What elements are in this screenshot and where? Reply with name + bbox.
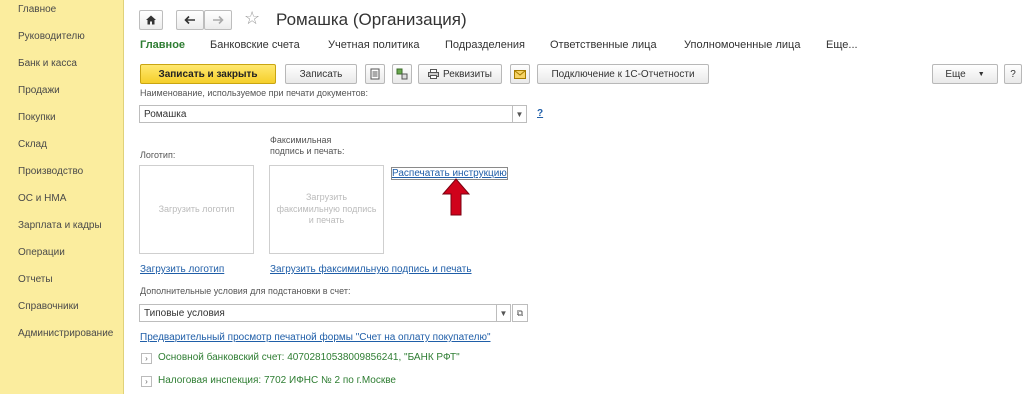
tax-office-group[interactable]: Налоговая инспекция: 7702 ИФНС № 2 по г.…	[158, 375, 396, 386]
sidebar-item-production[interactable]: Производство	[18, 166, 83, 177]
facsimile-upload-area[interactable]: Загрузить факсимильную подпись и печать	[269, 165, 384, 254]
tab-more[interactable]: Еще...	[826, 39, 858, 51]
conditions-field[interactable]: Типовые условия	[139, 304, 497, 322]
requisites-label: Реквизиты	[442, 68, 492, 80]
load-facsimile-link[interactable]: Загрузить факсимильную подпись и печать	[270, 264, 472, 275]
printer-icon	[427, 69, 439, 79]
sidebar-item-reports[interactable]: Отчеты	[18, 274, 53, 285]
conditions-label: Дополнительные условия для подстановки в…	[140, 286, 351, 296]
facsimile-placeholder-line1: Загрузить	[305, 191, 348, 202]
sidebar-item-bank[interactable]: Банк и касса	[18, 58, 77, 69]
tab-authorized-persons[interactable]: Уполномоченные лица	[684, 39, 800, 51]
logo-placeholder: Загрузить логотип	[158, 203, 235, 214]
name-label: Наименование, используемое при печати до…	[140, 88, 368, 98]
name-field[interactable]: Ромашка	[139, 105, 513, 123]
facsimile-label-line2: подпись и печать:	[270, 146, 345, 156]
save-button[interactable]: Записать	[285, 64, 357, 84]
sidebar-item-operations[interactable]: Операции	[18, 247, 65, 258]
envelope-icon	[514, 69, 526, 79]
sidebar-item-assets[interactable]: ОС и НМА	[18, 193, 66, 204]
back-button[interactable]	[176, 10, 204, 30]
chevron-down-icon: ▼	[515, 109, 524, 119]
facsimile-placeholder: Загрузить факсимильную подпись и печать	[277, 192, 377, 227]
structure-button[interactable]	[392, 64, 412, 84]
sidebar-item-director[interactable]: Руководителю	[18, 31, 85, 42]
sidebar: Главное Руководителю Банк и касса Продаж…	[0, 0, 124, 394]
star-icon[interactable]: ☆	[244, 8, 260, 29]
bank-account-group[interactable]: Основной банковский счет: 40702810538009…	[158, 352, 460, 363]
help-button[interactable]: ?	[1004, 64, 1022, 84]
facsimile-placeholder-line3: и печать	[308, 215, 345, 226]
chevron-down-icon: ▼	[977, 70, 985, 78]
load-logo-link[interactable]: Загрузить логотип	[140, 264, 224, 275]
facsimile-label-line1: Факсимильная	[270, 135, 332, 145]
arrow-up-icon	[441, 178, 471, 216]
chevron-right-icon[interactable]: ›	[141, 353, 152, 364]
requisites-button[interactable]: Реквизиты	[418, 64, 502, 84]
sidebar-item-main[interactable]: Главное	[18, 4, 56, 15]
sidebar-item-sales[interactable]: Продажи	[18, 85, 60, 96]
logo-upload-area[interactable]: Загрузить логотип	[139, 165, 254, 254]
arrow-right-icon	[213, 15, 224, 25]
arrow-left-icon	[184, 15, 195, 25]
chevron-right-icon[interactable]: ›	[141, 376, 152, 387]
preview-print-link[interactable]: Предварительный просмотр печатной формы …	[140, 332, 491, 343]
sidebar-item-warehouse[interactable]: Склад	[18, 139, 47, 150]
conditions-dropdown[interactable]: ▼	[497, 304, 511, 322]
name-dropdown[interactable]: ▼	[513, 105, 527, 123]
tab-main[interactable]: Главное	[140, 39, 185, 51]
sidebar-item-administration[interactable]: Администрирование	[18, 328, 113, 339]
structure-icon	[396, 68, 408, 80]
facsimile-placeholder-line2: факсимильную подпись	[276, 203, 377, 214]
forward-button[interactable]	[204, 10, 232, 30]
tab-bank-accounts[interactable]: Банковские счета	[210, 39, 300, 51]
chevron-down-icon: ▼	[499, 308, 508, 318]
document-button[interactable]	[365, 64, 385, 84]
sidebar-item-purchases[interactable]: Покупки	[18, 112, 56, 123]
more-label: Еще	[945, 68, 966, 80]
page-title: Ромашка (Организация)	[276, 10, 467, 29]
connect-reporting-button[interactable]: Подключение к 1С-Отчетности	[537, 64, 709, 84]
home-button[interactable]	[139, 10, 163, 30]
home-icon	[146, 15, 156, 25]
conditions-open-button[interactable]: ⧉	[512, 304, 528, 322]
logo-label: Логотип:	[140, 150, 176, 160]
tab-departments[interactable]: Подразделения	[445, 39, 525, 51]
sidebar-item-payroll[interactable]: Зарплата и кадры	[18, 220, 102, 231]
save-and-close-button[interactable]: Записать и закрыть	[140, 64, 276, 84]
more-button[interactable]: Еще ▼	[932, 64, 998, 84]
mail-button[interactable]	[510, 64, 530, 84]
name-help-link[interactable]: ?	[537, 108, 543, 119]
tab-accounting-policy[interactable]: Учетная политика	[328, 39, 419, 51]
tab-responsible-persons[interactable]: Ответственные лица	[550, 39, 657, 51]
document-icon	[370, 68, 380, 80]
sidebar-item-references[interactable]: Справочники	[18, 301, 79, 312]
open-icon: ⧉	[516, 307, 524, 318]
